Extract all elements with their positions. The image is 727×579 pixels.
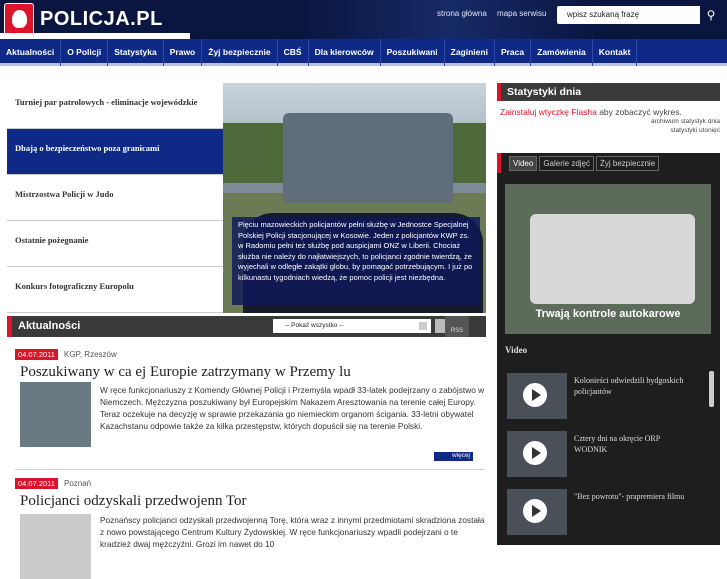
- video-title[interactable]: Cztery dni na okręcie ORP WODNIK: [574, 433, 694, 455]
- news-title[interactable]: Policjanci odzyskali przedwojenn Tor: [20, 493, 485, 510]
- bus-image: [530, 214, 695, 304]
- news-header-accent: [7, 316, 12, 337]
- news-date: 04.07.2011: [15, 478, 58, 489]
- nav-item-o-policji[interactable]: O Policji: [61, 39, 109, 66]
- site-logo[interactable]: POLICJA.PL: [40, 8, 163, 31]
- tab-galleries[interactable]: Galerie zdjęć: [539, 156, 595, 171]
- play-icon[interactable]: [523, 499, 547, 523]
- nav-item-zamowienia[interactable]: Zamówienia: [531, 39, 593, 66]
- search-icon[interactable]: ⚲: [700, 6, 722, 24]
- video-player[interactable]: Trwają kontrole autokarowe: [505, 184, 711, 334]
- news-item: 04.07.2011 Poznań Policjanci odzyskali pr…: [15, 478, 485, 579]
- install-flash-link[interactable]: Zainstaluj wtyczkę Flasha: [500, 107, 597, 117]
- more-button[interactable]: więcej: [434, 452, 473, 461]
- play-icon[interactable]: [523, 441, 547, 465]
- video-title[interactable]: Kolonieści odwiedzili bydgoskich policja…: [574, 375, 694, 397]
- video-thumbnail[interactable]: [507, 431, 567, 477]
- stats-title: Statystyki dnia: [497, 83, 720, 101]
- main-nav: Aktualności O Policji Statystyka Prawo Ż…: [0, 39, 727, 66]
- featured-item[interactable]: Turniej par patrolowych - eliminacje woj…: [7, 83, 223, 129]
- news-body: W ręce funkcjonariuszy z Komendy Głównej…: [100, 385, 485, 431]
- home-link[interactable]: strona główna: [437, 9, 487, 18]
- news-filter-select[interactable]: -- Pokaż wszystko --: [273, 319, 431, 333]
- search-box: wpisz szukaną frazę ⚲: [557, 6, 722, 24]
- news-source: Poznań: [63, 479, 92, 488]
- news-item: 04.07.2011 KGP, Rzeszów Poszukiwany w ca …: [15, 349, 485, 461]
- drowning-stats-link[interactable]: statystyki utonięć: [497, 126, 721, 135]
- nav-item-kontakt[interactable]: Kontakt: [593, 39, 638, 66]
- video-thumbnail[interactable]: [507, 489, 567, 535]
- filter-go-button[interactable]: [435, 319, 445, 333]
- play-icon[interactable]: [523, 383, 547, 407]
- nav-item-praca[interactable]: Praca: [495, 39, 532, 66]
- nav-item-zyj-bezpiecznie[interactable]: Żyj bezpiecznie: [202, 39, 278, 66]
- sitemap-link[interactable]: mapa serwisu: [497, 9, 546, 18]
- news-thumbnail[interactable]: [20, 382, 91, 447]
- police-emblem-icon[interactable]: [4, 3, 34, 36]
- nav-item-zaginieni[interactable]: Zaginieni: [445, 39, 495, 66]
- featured-list: Turniej par patrolowych - eliminacje woj…: [7, 83, 223, 313]
- top-links: strona główna mapa serwisu: [437, 9, 554, 18]
- nav-item-aktualnosci[interactable]: Aktualności: [0, 39, 62, 66]
- news-section-title: Aktualności: [18, 320, 81, 332]
- featured-caption: Pięciu mazowieckich policjantów pełni sł…: [232, 217, 480, 305]
- video-panel-accent: [497, 153, 501, 173]
- video-title[interactable]: "Bez powrotu"- prapremiera filmu: [574, 491, 694, 502]
- featured-item[interactable]: Konkurs fotograficzny Europolu: [7, 267, 223, 313]
- featured-item[interactable]: Mistrzostwa Policji w Judo: [7, 175, 223, 221]
- featured-item[interactable]: Ostatnie pożegnanie: [7, 221, 223, 267]
- news-header: Aktualności -- Pokaż wszystko -- RSS: [7, 316, 486, 337]
- tab-zyj-bezpiecznie[interactable]: Żyj bezpiecznie: [596, 156, 660, 171]
- featured-item-active[interactable]: Dbają o bezpieczeństwo poza granicami: [7, 129, 223, 175]
- video-tabs: Video Galerie zdjęć Żyj bezpiecznie: [509, 156, 661, 171]
- news-title[interactable]: Poszukiwany w ca ej Europie zatrzymany w…: [20, 364, 485, 381]
- header-background: [300, 0, 600, 39]
- nav-item-dla-kierowcow[interactable]: Dla kierowców: [309, 39, 381, 66]
- news-source: KGP, Rzeszów: [63, 350, 117, 359]
- news-date: 04.07.2011: [15, 349, 58, 360]
- video-list-title: Video: [505, 345, 528, 355]
- news-thumbnail[interactable]: [20, 514, 91, 579]
- search-input[interactable]: wpisz szukaną frazę: [567, 10, 639, 19]
- stats-archive-link[interactable]: archiwum statystyk dnia: [497, 117, 720, 126]
- rss-icon[interactable]: RSS: [445, 316, 469, 337]
- tab-video[interactable]: Video: [509, 156, 538, 171]
- video-thumbnail[interactable]: [507, 373, 567, 419]
- flash-notice: Zainstaluj wtyczkę Flasha aby zobaczyć w…: [497, 107, 720, 117]
- divider: [15, 469, 485, 470]
- nav-item-statystyka[interactable]: Statystyka: [108, 39, 164, 66]
- video-list-scrollbar[interactable]: [709, 371, 714, 407]
- nav-item-poszukiwani[interactable]: Poszukiwani: [381, 39, 445, 66]
- flash-notice-text: aby zobaczyć wykres.: [596, 107, 682, 117]
- player-caption: Trwają kontrole autokarowe: [535, 308, 681, 320]
- video-panel: Video Galerie zdjęć Żyj bezpiecznie Trwa…: [497, 153, 720, 545]
- nav-item-prawo[interactable]: Prawo: [164, 39, 203, 66]
- armored-vehicle: [283, 113, 453, 203]
- nav-item-cbs[interactable]: CBŚ: [278, 39, 309, 66]
- site-header: POLICJA.PL strona główna mapa serwisu wp…: [0, 0, 727, 39]
- stats-panel: Statystyki dnia Zainstaluj wtyczkę Flash…: [497, 83, 720, 144]
